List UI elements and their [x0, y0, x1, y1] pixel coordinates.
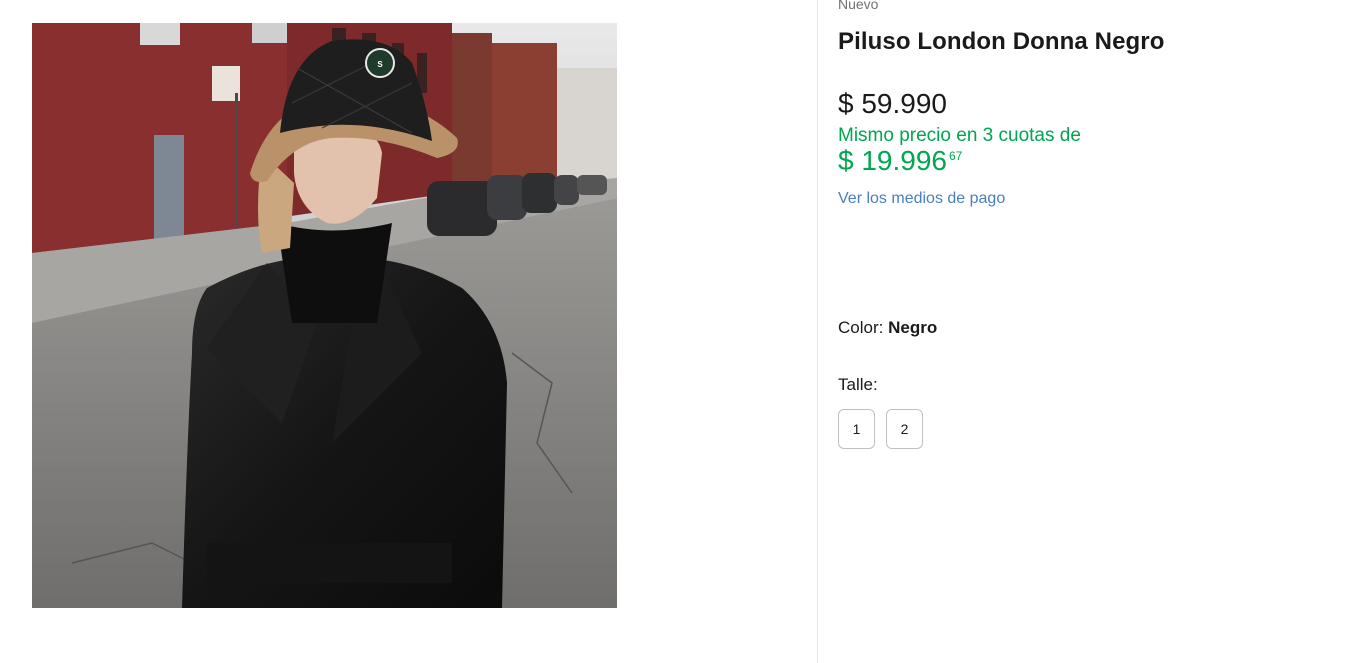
size-option-1[interactable]: 1 [838, 409, 875, 449]
product-photo-graphic: S [32, 23, 617, 608]
size-option-2[interactable]: 2 [886, 409, 923, 449]
column-divider [817, 0, 818, 663]
color-selector: Color: Negro [838, 318, 937, 338]
svg-text:S: S [377, 60, 383, 69]
product-photo[interactable]: S [32, 23, 617, 608]
size-label: Talle: [838, 375, 878, 394]
product-price: $ 59.990 [838, 88, 947, 119]
product-page: S Nuevo Piluso London Donna Negro $ 59.9… [0, 0, 1371, 663]
installments-text: Mismo precio en 3 cuotas de [838, 125, 1081, 146]
size-options: 1 2 [838, 409, 923, 449]
color-label: Color: [838, 318, 884, 337]
product-title: Piluso London Donna Negro [838, 28, 1165, 55]
product-condition: Nuevo [838, 0, 879, 12]
installment-amount-cents: 67 [949, 149, 963, 163]
payment-methods-link[interactable]: Ver los medios de pago [838, 190, 1005, 208]
installment-amount-value: $ 19.996 [838, 145, 947, 176]
color-value: Negro [888, 318, 938, 337]
installment-amount: $ 19.996 67 [838, 145, 962, 177]
